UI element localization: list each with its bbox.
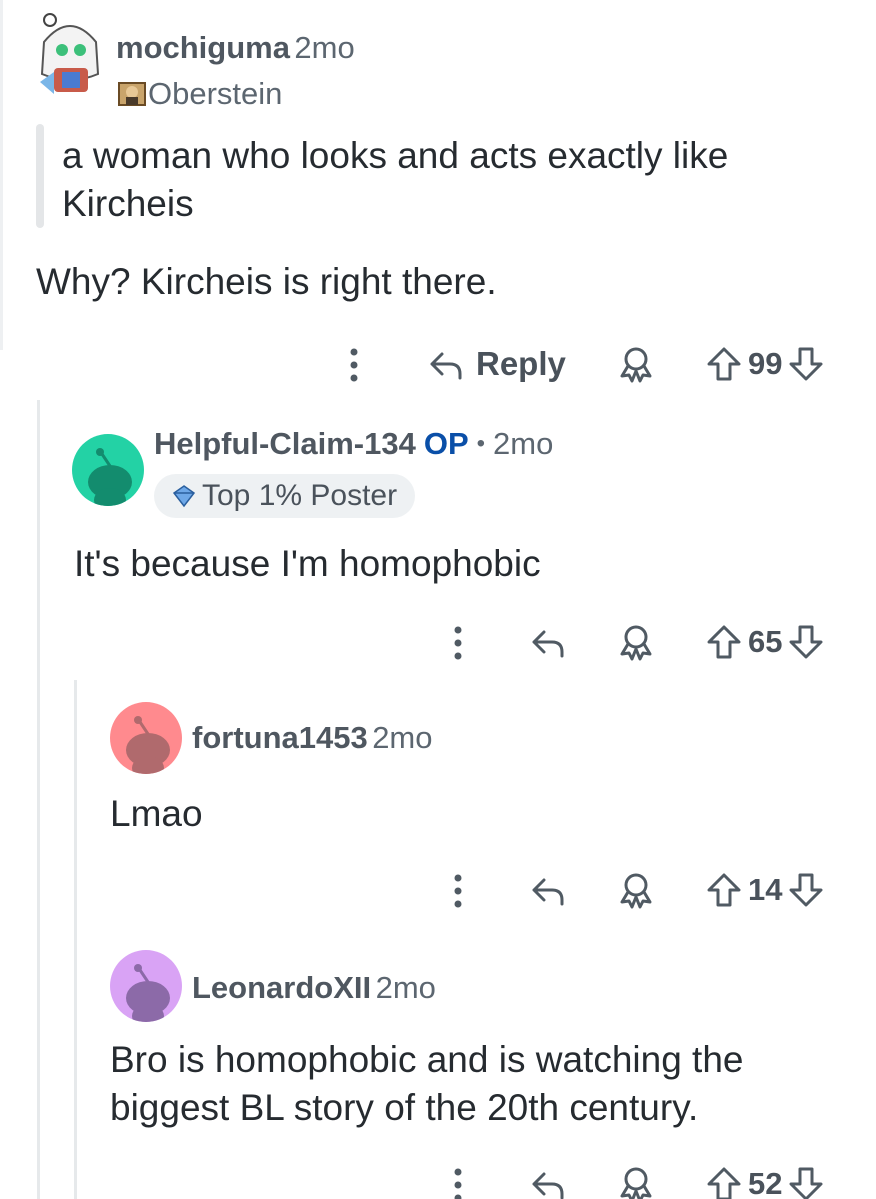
upvote-arrow-icon[interactable] bbox=[704, 1164, 744, 1199]
downvote-arrow-icon[interactable] bbox=[786, 870, 826, 910]
vote-controls: 99 bbox=[704, 344, 826, 384]
reply-button[interactable]: Reply bbox=[426, 344, 566, 384]
username[interactable]: mochiguma bbox=[116, 30, 290, 65]
reply-arrow-icon bbox=[532, 878, 564, 906]
more-vertical-icon bbox=[454, 1168, 462, 1199]
vote-controls: 14 bbox=[704, 870, 826, 910]
comment-actions: 52 bbox=[0, 1160, 876, 1199]
comment-body: It's because I'm homophobic bbox=[74, 543, 541, 584]
vote-count: 14 bbox=[748, 872, 783, 907]
reply-arrow-icon bbox=[532, 1172, 564, 1199]
award-button[interactable] bbox=[616, 870, 656, 910]
top-poster-badge[interactable]: Top 1% Poster bbox=[154, 474, 416, 518]
op-label: OP bbox=[423, 426, 469, 461]
vote-count: 52 bbox=[748, 1166, 783, 1199]
avatar[interactable] bbox=[36, 12, 104, 98]
comment-header: fortuna1453 2mo bbox=[192, 720, 433, 756]
snoo-avatar-icon bbox=[88, 448, 132, 506]
timestamp: 2mo bbox=[375, 970, 436, 1005]
reply-arrow-icon bbox=[532, 630, 564, 658]
downvote-arrow-icon[interactable] bbox=[786, 622, 826, 662]
anime-avatar-icon bbox=[40, 13, 100, 94]
flair-portrait-icon bbox=[118, 82, 146, 106]
comment-actions: 65 bbox=[0, 618, 876, 668]
award-icon bbox=[620, 625, 652, 661]
quote-text: a woman who looks and acts exactly like … bbox=[62, 135, 729, 224]
reply-button[interactable] bbox=[528, 622, 568, 662]
comment-actions: Reply 99 bbox=[0, 340, 876, 390]
reply-label: Reply bbox=[476, 345, 566, 382]
more-vertical-icon bbox=[350, 348, 358, 382]
thread-line-level-1[interactable] bbox=[37, 400, 40, 1199]
award-icon bbox=[620, 347, 652, 383]
top-left-edge-line bbox=[0, 0, 3, 350]
award-button[interactable] bbox=[616, 1164, 656, 1199]
reply-button[interactable] bbox=[528, 870, 568, 910]
more-options-button[interactable] bbox=[444, 622, 472, 664]
comment-header: Helpful-Claim-134 OP • 2mo bbox=[154, 426, 553, 462]
thread-line-level-2[interactable] bbox=[74, 680, 77, 1199]
separator-dot: • bbox=[476, 430, 486, 457]
username[interactable]: Helpful-Claim-134 bbox=[154, 426, 416, 462]
downvote-arrow-icon[interactable] bbox=[786, 1164, 826, 1199]
timestamp: 2mo bbox=[493, 426, 554, 461]
user-flair: Oberstein bbox=[118, 76, 282, 112]
timestamp: 2mo bbox=[372, 720, 433, 755]
comment-actions: 14 bbox=[0, 866, 876, 916]
award-icon bbox=[620, 873, 652, 909]
more-options-button[interactable] bbox=[444, 870, 472, 912]
avatar[interactable] bbox=[110, 950, 182, 1022]
vote-controls: 65 bbox=[704, 622, 826, 662]
quote-bar bbox=[36, 124, 44, 228]
upvote-arrow-icon[interactable] bbox=[704, 344, 744, 384]
more-options-button[interactable] bbox=[340, 344, 368, 386]
vote-controls: 52 bbox=[704, 1164, 826, 1199]
comment-body: Lmao bbox=[110, 793, 203, 834]
comment-header: LeonardoXII 2mo bbox=[192, 970, 436, 1006]
flair-text: Oberstein bbox=[148, 76, 283, 111]
more-vertical-icon bbox=[454, 874, 462, 908]
upvote-arrow-icon[interactable] bbox=[704, 870, 744, 910]
vote-count: 99 bbox=[748, 346, 783, 381]
award-icon bbox=[620, 1167, 652, 1199]
avatar[interactable] bbox=[110, 702, 182, 774]
timestamp: 2mo bbox=[294, 30, 355, 65]
username[interactable]: LeonardoXII bbox=[192, 970, 371, 1005]
comment-body: Why? Kircheis is right there. bbox=[36, 261, 497, 302]
badge-text: Top 1% Poster bbox=[202, 479, 398, 512]
more-vertical-icon bbox=[454, 626, 462, 660]
top-poster-badge-icon bbox=[172, 485, 196, 508]
snoo-avatar-icon bbox=[126, 964, 170, 1022]
username[interactable]: fortuna1453 bbox=[192, 720, 368, 755]
reply-button[interactable] bbox=[528, 1164, 568, 1199]
comment-body: Bro is homophobic and is watching the bi… bbox=[110, 1039, 744, 1128]
award-button[interactable] bbox=[616, 622, 656, 662]
comment-header: mochiguma 2mo bbox=[116, 30, 355, 66]
vote-count: 65 bbox=[748, 624, 783, 659]
downvote-arrow-icon[interactable] bbox=[786, 344, 826, 384]
award-button[interactable] bbox=[616, 344, 656, 384]
snoo-avatar-icon bbox=[126, 716, 170, 774]
more-options-button[interactable] bbox=[444, 1164, 472, 1199]
avatar[interactable] bbox=[72, 434, 144, 506]
reply-arrow-icon bbox=[430, 352, 462, 380]
upvote-arrow-icon[interactable] bbox=[704, 622, 744, 662]
